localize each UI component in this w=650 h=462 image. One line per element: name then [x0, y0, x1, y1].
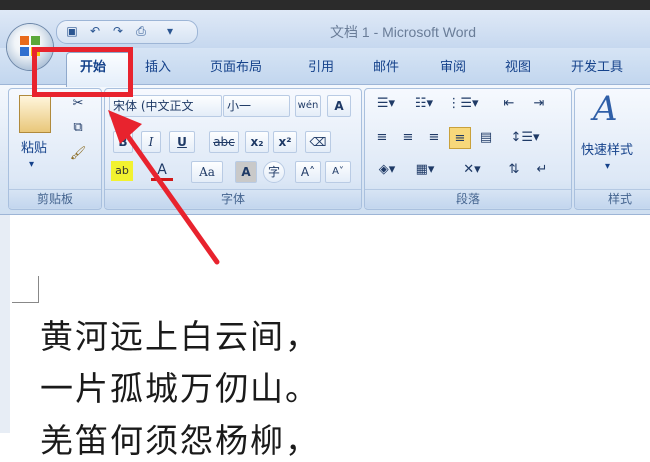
annotation-arrow-icon [108, 110, 220, 265]
